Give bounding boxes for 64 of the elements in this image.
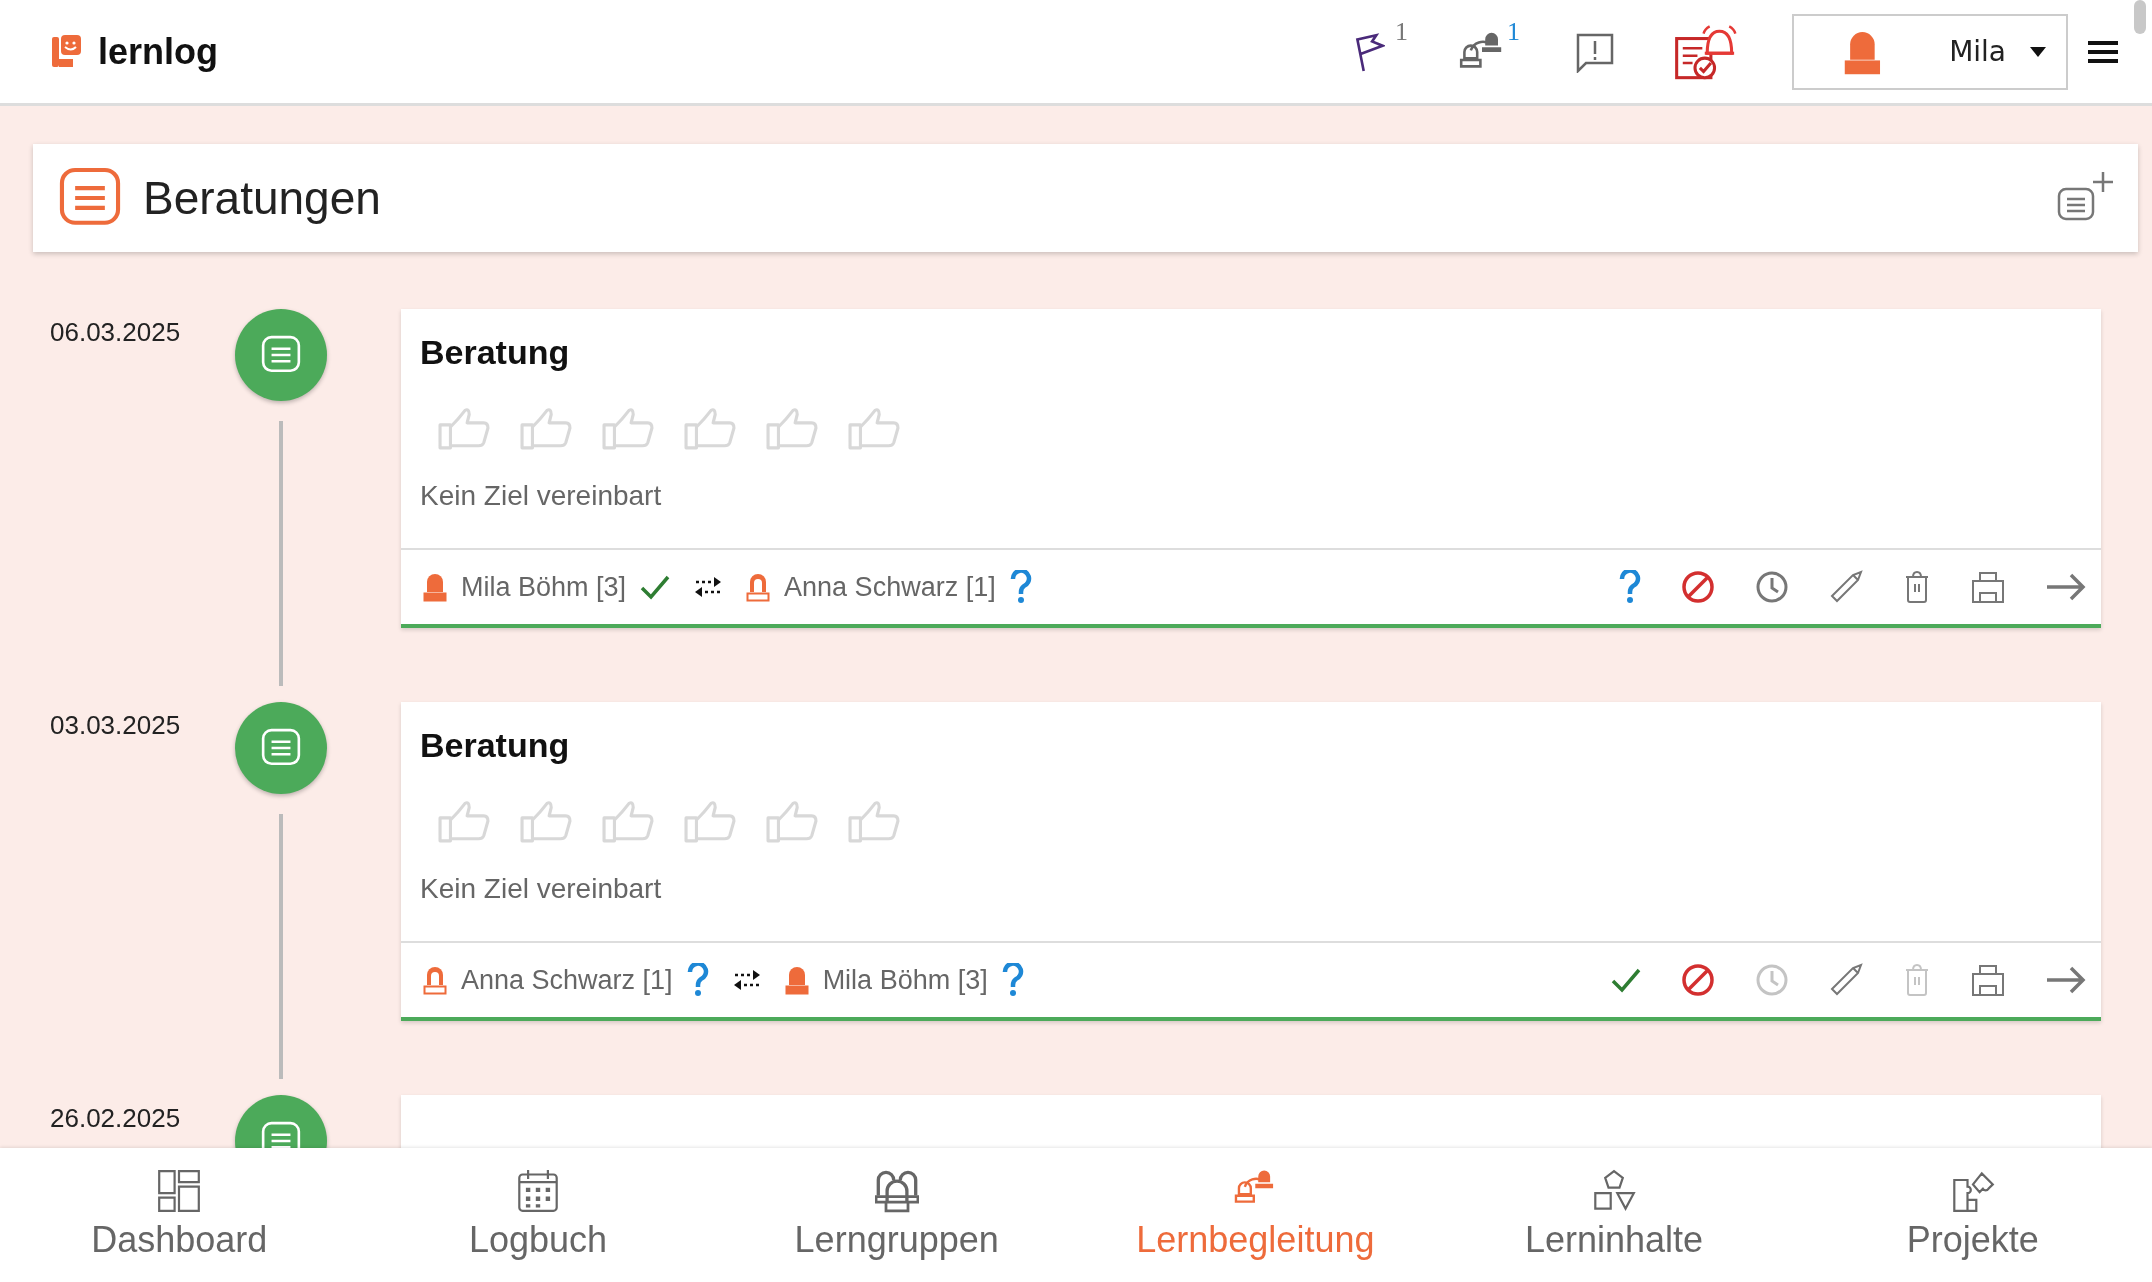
trash-icon	[1903, 963, 1931, 997]
delete-button[interactable]	[1903, 570, 1931, 604]
page-title: Beratungen	[143, 171, 382, 225]
printer-icon	[1971, 570, 2005, 604]
pencil-icon	[1829, 570, 1863, 604]
puzzle-icon	[1950, 1169, 1995, 1213]
arrow-right-icon	[2045, 572, 2087, 602]
goal-text: Kein Ziel vereinbart	[420, 480, 663, 512]
flag-icon	[1355, 30, 1385, 73]
open-button[interactable]	[2045, 572, 2087, 602]
consultation-card[interactable]: Beratung Kein Ziel vereinbart Mila Böhm [3] Anna Schwarz [1]	[401, 309, 2101, 628]
arrow-right-icon	[2045, 965, 2087, 995]
swap-arrows-icon	[694, 576, 723, 598]
question-mark-icon	[1619, 570, 1641, 604]
entry-date: 03.03.2025	[50, 709, 182, 742]
flag-button[interactable]: 1	[1314, 16, 1426, 87]
caret-icon	[2030, 46, 2046, 57]
notification-count: 1	[1507, 16, 1520, 47]
print-button[interactable]	[1971, 570, 2005, 604]
status-button[interactable]	[1611, 967, 1641, 993]
entry-date: 26.02.2025	[50, 1102, 182, 1135]
prohibited-icon	[1681, 570, 1715, 604]
participant-name: Mila Böhm [3]	[461, 571, 627, 603]
group-icon	[874, 1169, 919, 1213]
card-title: Beratung	[420, 333, 571, 372]
pencil-icon	[1829, 963, 1863, 997]
print-button[interactable]	[1971, 963, 2005, 997]
nav-tab[interactable]: Lerngruppen	[717, 1148, 1076, 1282]
logo-icon	[52, 34, 82, 69]
participant-name: Anna Schwarz [1]	[784, 571, 996, 603]
nav-tab[interactable]: Lerninhalte	[1434, 1148, 1794, 1282]
edit-button[interactable]	[1829, 963, 1863, 997]
dashboard-icon	[157, 1169, 202, 1213]
calendar-icon	[516, 1169, 560, 1213]
shapes-icon	[1592, 1169, 1636, 1213]
participant-name: Mila Böhm [3]	[822, 964, 988, 996]
user-dropdown[interactable]: Mila	[1792, 13, 2068, 90]
participant-name: Anna Schwarz [1]	[461, 964, 673, 996]
printer-icon	[1971, 963, 2005, 997]
history-button[interactable]	[1755, 570, 1789, 604]
menu-icon	[2088, 39, 2118, 64]
card-title: Beratung	[420, 726, 571, 765]
open-button[interactable]	[2045, 965, 2087, 995]
cancel-button[interactable]	[1681, 570, 1715, 604]
notification-count: 1	[1395, 16, 1408, 47]
entry-date: 06.03.2025	[50, 316, 182, 349]
trash-icon	[1903, 570, 1931, 604]
edit-button[interactable]	[1829, 570, 1863, 604]
scrollbar[interactable]	[2134, 0, 2146, 34]
consultation-card[interactable]: Beratung Kein Ziel vereinbart Anna Schwarz [1] Mila Böhm [3]	[401, 702, 2101, 1021]
app-name: lernlog	[98, 30, 218, 73]
status-button[interactable]	[1619, 570, 1641, 604]
check-icon	[1611, 967, 1641, 993]
goal-text: Kein Ziel vereinbart	[420, 873, 663, 905]
nav-tab[interactable]: Dashboard	[0, 1148, 359, 1282]
nav-tab[interactable]: Lernbegleitung	[1076, 1148, 1435, 1282]
people-exchange-button[interactable]: 1	[1426, 16, 1538, 87]
clock-icon	[1755, 570, 1789, 604]
nav-tab[interactable]: Logbuch	[358, 1148, 718, 1282]
swap-arrows-icon	[732, 969, 761, 991]
cancel-button[interactable]	[1681, 963, 1715, 997]
nav-tab[interactable]: Projekte	[1793, 1148, 2152, 1282]
prohibited-icon	[1681, 963, 1715, 997]
clock-icon	[1755, 963, 1789, 997]
